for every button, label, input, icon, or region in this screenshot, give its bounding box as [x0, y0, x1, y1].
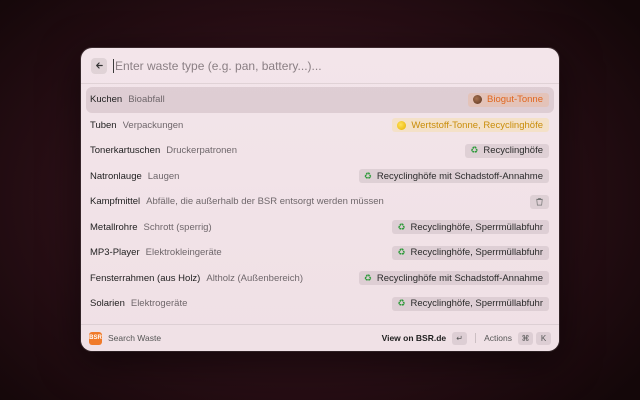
app-logo: BSR: [89, 331, 102, 345]
item-name: Tonerkartuschen: [90, 145, 161, 157]
item-name: Kampfmittel: [90, 196, 141, 208]
recycle-icon: ♻: [363, 170, 372, 181]
disposal-tag-label: Recyclinghöfe, Sperrmüllabfuhr: [410, 221, 543, 233]
list-item[interactable]: Solarien Elektrogeräte ♻ Recyclinghöfe, Spe…: [86, 291, 554, 317]
yellow-circle-icon: [397, 120, 407, 130]
disposal-tag-label: Recyclinghöfe mit Schadstoff-Annahme: [376, 170, 543, 182]
disposal-tag: ♻ Recyclinghöfe, Sperrmüllabfuhr: [392, 220, 549, 235]
disposal-tag: Biogut-Tonne: [468, 92, 549, 107]
item-name: Fensterrahmen (aus Holz): [90, 272, 201, 284]
disposal-tag-label: Recyclinghöfe, Sperrmüllabfuhr: [410, 247, 543, 259]
recycle-icon: ♻: [397, 247, 406, 258]
item-category: Bioabfall: [128, 94, 165, 106]
item-category: Altholz (Außenbereich): [206, 272, 303, 284]
search-input[interactable]: [115, 58, 551, 73]
disposal-tag: ♻ Recyclinghöfe mit Schadstoff-Annahme: [358, 271, 549, 286]
item-category: Laugen: [147, 170, 180, 182]
text-caret: [113, 58, 114, 73]
disposal-tag: ♻ Recyclinghöfe: [465, 143, 549, 158]
search-window: Kuchen Bioabfall Biogut-Tonne Tuben Verpacku…: [81, 48, 559, 351]
arrow-left-icon: [95, 62, 103, 69]
enter-key-icon: ↵: [452, 331, 468, 345]
brown-circle-icon: [473, 95, 483, 105]
actions-button[interactable]: Actions: [484, 333, 512, 343]
list-item[interactable]: Kampfmittel Abfälle, die außerhalb der BS…: [86, 189, 554, 215]
item-category: Schrott (sperrig): [143, 221, 212, 233]
disposal-tag: ♻ Recyclinghöfe mit Schadstoff-Annahme: [358, 169, 549, 184]
item-name: Natronlauge: [90, 170, 142, 182]
disposal-tag: [530, 194, 549, 209]
item-category: Elektrogeräte: [130, 298, 188, 310]
list-item[interactable]: MP3-Player Elektrokleingeräte ♻ Recyclinghö…: [86, 240, 554, 266]
item-name: Metallrohre: [90, 221, 138, 233]
list-item[interactable]: Kuchen Bioabfall Biogut-Tonne: [86, 87, 554, 113]
list-item[interactable]: Tuben Verpackungen Wertstoff-Tonne, Recycl…: [86, 113, 554, 139]
recycle-icon: ♻: [470, 145, 479, 156]
view-on-bsr-action[interactable]: View on BSR.de: [382, 333, 447, 343]
search-bar: [81, 48, 559, 84]
command-key-icon: ⌘: [518, 331, 533, 345]
item-category: Druckerpatronen: [166, 145, 237, 157]
app-name: Search Waste: [108, 333, 162, 343]
disposal-tag: ♻ Recyclinghöfe, Sperrmüllabfuhr: [392, 245, 549, 260]
disposal-tag: ♻ Recyclinghöfe, Sperrmüllabfuhr: [392, 296, 549, 311]
recycle-icon: ♻: [397, 221, 406, 232]
divider: [475, 333, 477, 343]
list-item[interactable]: Metallrohre Schrott (sperrig) ♻ Recyclinghö…: [86, 215, 554, 241]
disposal-tag-label: Recyclinghöfe: [483, 145, 543, 157]
item-category: Elektrokleingeräte: [145, 247, 222, 259]
list-item[interactable]: Tonerkartuschen Druckerpatronen ♻ Recycling…: [86, 138, 554, 164]
disposal-tag: Wertstoff-Tonne, Recyclinghöfe: [392, 118, 549, 133]
recycle-icon: ♻: [397, 298, 406, 309]
trash-icon: [536, 198, 543, 206]
list-item[interactable]: Natronlauge Laugen ♻ Recyclinghöfe mit Scha…: [86, 164, 554, 190]
item-category: Abfälle, die außerhalb der BSR entsorgt …: [146, 196, 384, 208]
disposal-tag-label: Recyclinghöfe, Sperrmüllabfuhr: [410, 298, 543, 310]
item-name: Solarien: [90, 298, 125, 310]
list-item[interactable]: Fensterrahmen (aus Holz) Altholz (Außenbe…: [86, 266, 554, 292]
action-bar: BSR Search Waste View on BSR.de ↵ Action…: [81, 324, 559, 351]
item-category: Verpackungen: [122, 119, 184, 131]
results-list: Kuchen Bioabfall Biogut-Tonne Tuben Verpacku…: [81, 84, 559, 317]
item-name: MP3-Player: [90, 247, 140, 259]
k-key: K: [536, 331, 551, 345]
item-name: Kuchen: [90, 94, 123, 106]
item-name: Tuben: [90, 119, 117, 131]
back-button[interactable]: [91, 57, 107, 74]
disposal-tag-label: Recyclinghöfe mit Schadstoff-Annahme: [376, 272, 543, 284]
recycle-icon: ♻: [363, 272, 372, 283]
disposal-tag-label: Biogut-Tonne: [487, 94, 543, 106]
disposal-tag-label: Wertstoff-Tonne, Recyclinghöfe: [411, 119, 543, 131]
